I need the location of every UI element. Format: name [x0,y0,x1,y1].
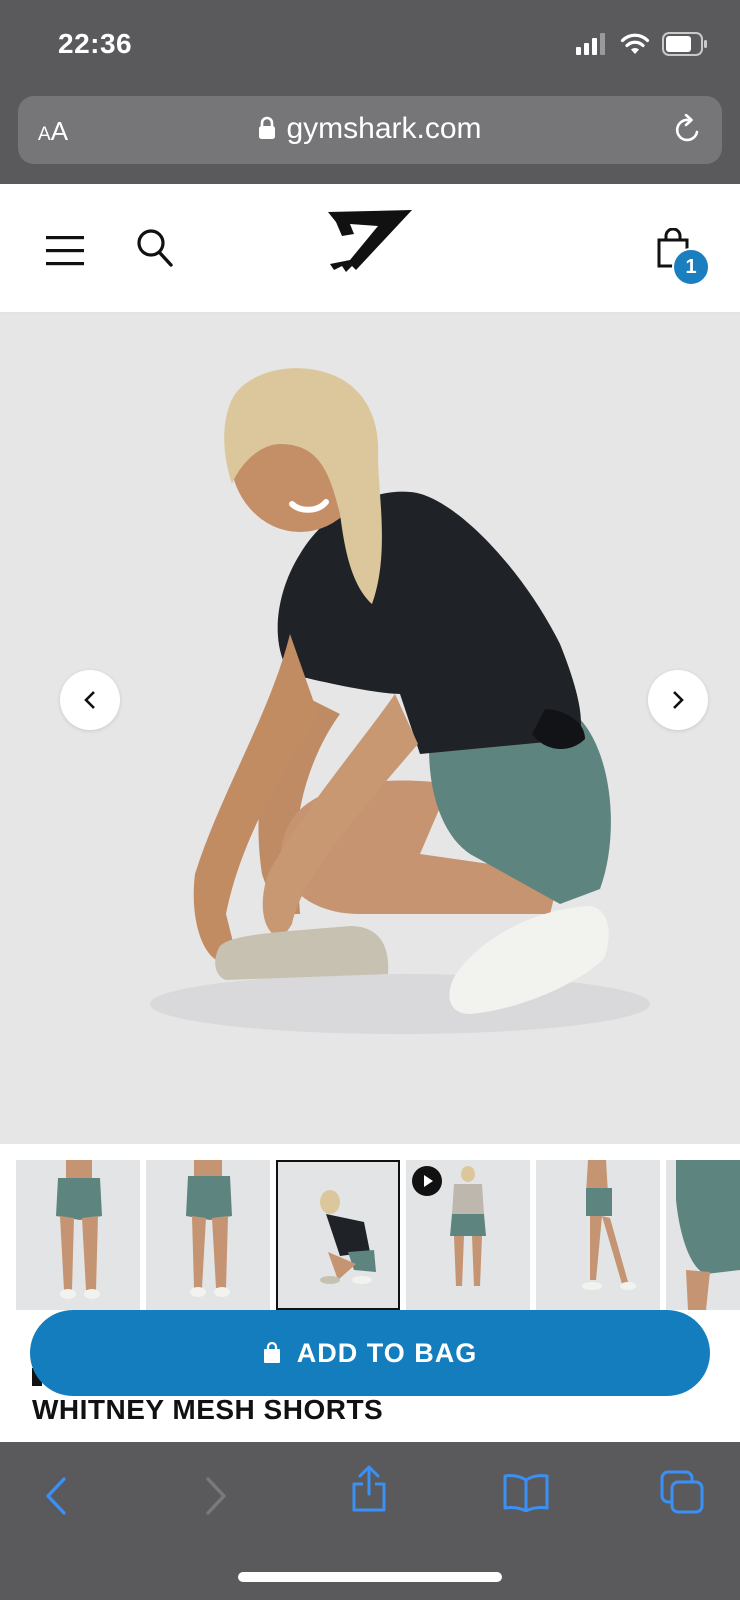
thumbnail-2[interactable] [146,1160,270,1310]
gymshark-logo-icon[interactable] [326,208,414,276]
next-image-button[interactable] [648,670,708,730]
cart-count-badge[interactable]: 1 [672,248,710,286]
tabs-icon[interactable] [660,1470,704,1514]
thumbnail-1[interactable] [16,1160,140,1310]
chevron-left-icon [84,691,95,709]
thumbnail-strip [0,1144,740,1314]
bookmarks-icon[interactable] [502,1472,550,1512]
thumbnail-image [582,1160,636,1290]
thumbnail-3-selected[interactable] [276,1160,400,1310]
signal-icon [576,33,605,55]
share-icon[interactable] [350,1464,388,1514]
wifi-icon [620,33,650,54]
back-icon[interactable] [44,1476,68,1516]
add-to-bag-button[interactable]: ADD TO BAG [30,1310,710,1396]
thumbnail-4-video[interactable] [406,1160,530,1310]
thumbnail-6[interactable] [666,1160,740,1310]
status-icons [576,32,708,56]
reload-icon[interactable] [672,114,704,146]
thumbnail-image [186,1160,232,1297]
address-bar[interactable]: AA gymshark.com [18,96,722,164]
thumbnail-image [676,1160,740,1310]
product-image-carousel[interactable] [0,314,740,1144]
status-time: 22:36 [58,28,133,59]
add-to-bag-label: ADD TO BAG [296,1337,478,1368]
thumbnail-image [56,1160,102,1299]
thumbnail-image [320,1190,376,1284]
battery-icon [662,32,707,56]
menu-icon[interactable] [46,236,84,266]
product-title: WHITNEY MESH SHORTS [32,1394,384,1425]
chevron-right-icon [673,691,684,709]
search-icon[interactable] [136,228,174,268]
home-indicator[interactable] [238,1572,502,1582]
product-photo [150,368,650,1034]
shopping-bag-icon [263,1342,280,1363]
play-icon [412,1166,442,1196]
url-field[interactable]: gymshark.com [18,112,722,146]
lock-icon [259,116,276,139]
thumbnail-5[interactable] [536,1160,660,1310]
prev-image-button[interactable] [60,670,120,730]
forward-icon[interactable] [204,1476,228,1516]
url-text: gymshark.com [286,112,482,145]
status-bar: 22:36 [0,0,740,92]
browser-toolbar [0,1442,740,1600]
